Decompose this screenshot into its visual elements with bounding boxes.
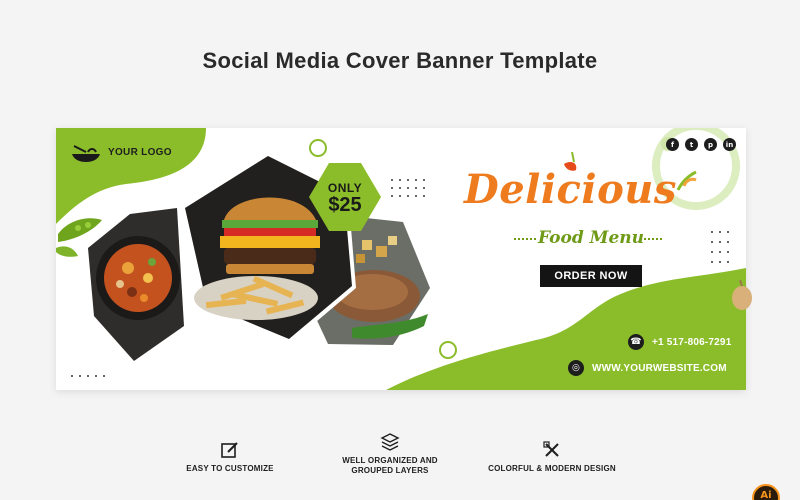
pinterest-icon[interactable]: p xyxy=(704,138,717,151)
onion-decoration-icon xyxy=(732,280,752,310)
feature-item: WELL ORGANIZED AND GROUPED LAYERS xyxy=(334,432,446,476)
website-contact: ◎ WWW.YOURWEBSITE.COM xyxy=(568,360,727,376)
page-title: Social Media Cover Banner Template xyxy=(202,48,598,73)
cooking-pan-icon xyxy=(72,145,100,162)
social-icons: f t p in xyxy=(666,138,736,151)
photo-paella xyxy=(84,204,188,366)
feature-label: WELL ORGANIZED AND GROUPED LAYERS xyxy=(342,456,438,475)
order-now-button[interactable]: ORDER NOW xyxy=(540,265,642,287)
design-tools-icon xyxy=(543,441,559,457)
facebook-icon[interactable]: f xyxy=(666,138,679,151)
subhead: Food Menu xyxy=(538,228,644,248)
website-url[interactable]: WWW.YOURWEBSITE.COM xyxy=(592,363,727,374)
feature-label: EASY TO CUSTOMIZE xyxy=(186,464,274,473)
subhead-dash-right xyxy=(640,238,662,240)
feature-item: COLORFUL & MODERN DESIGN xyxy=(486,440,618,474)
page: Social Media Cover Banner Template YOUR … xyxy=(0,0,800,500)
feature-label: COLORFUL & MODERN DESIGN xyxy=(488,464,616,473)
price-only-label: ONLY xyxy=(327,181,363,195)
linkedin-icon[interactable]: in xyxy=(723,138,736,151)
price-badge: ONLY $25 xyxy=(307,161,383,233)
feature-list: EASY TO CUSTOMIZE WELL ORGANIZED AND GRO… xyxy=(0,433,800,490)
headline: Delicious xyxy=(464,166,677,213)
phone-icon: ☎ xyxy=(628,334,644,350)
layers-icon xyxy=(380,433,400,451)
subhead-dash-left xyxy=(514,238,536,240)
phone-number[interactable]: +1 517-806-7291 xyxy=(652,337,731,348)
phone-contact: ☎ +1 517-806-7291 xyxy=(628,334,731,350)
cover-banner: YOUR LOGO f t p in ONLY $25 Delicious Fo… xyxy=(56,128,746,390)
feature-item: EASY TO CUSTOMIZE xyxy=(180,440,280,474)
edit-icon xyxy=(221,442,238,458)
globe-icon: ◎ xyxy=(568,360,584,376)
price-value: $25 xyxy=(328,194,362,216)
logo-text: YOUR LOGO xyxy=(108,146,172,158)
twitter-icon[interactable]: t xyxy=(685,138,698,151)
brand-logo[interactable]: YOUR LOGO xyxy=(70,140,172,164)
